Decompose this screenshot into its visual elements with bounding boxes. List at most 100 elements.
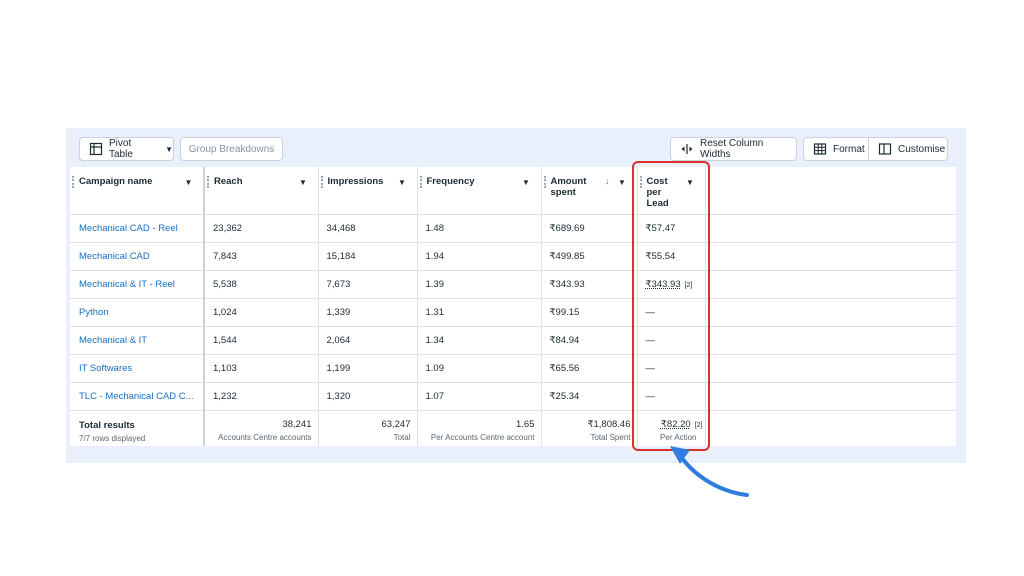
campaign-name-link[interactable]: Python bbox=[70, 298, 205, 327]
empty-cell bbox=[705, 270, 956, 299]
table-row: Mechanical CAD - Reel 23,362 34,468 1.48 ₹68… bbox=[70, 214, 956, 243]
empty-cell bbox=[705, 214, 956, 243]
amount-spent-cell: ₹99.15 bbox=[541, 298, 638, 327]
footnote-marker[interactable]: [2] bbox=[695, 422, 703, 429]
table-row: Python 1,024 1,339 1.31 ₹99.15— bbox=[70, 298, 956, 327]
frequency-cell: 1.09 bbox=[417, 354, 542, 383]
column-header-cost-per-lead[interactable]: Cost per Lead ▼ bbox=[637, 167, 706, 215]
amount-spent-cell: ₹65.56 bbox=[541, 354, 638, 383]
totals-frequency: 1.65 Per Accounts Centre account bbox=[417, 410, 542, 446]
frequency-cell: 1.94 bbox=[417, 242, 542, 271]
table-row: Mechanical & IT - Reel 5,538 7,673 1.39 ₹343… bbox=[70, 270, 956, 299]
impressions-cell: 2,064 bbox=[318, 326, 418, 355]
amount-spent-cell: ₹343.93 bbox=[541, 270, 638, 299]
caret-down-icon[interactable]: ▼ bbox=[182, 176, 195, 189]
amount-spent-cell: ₹25.34 bbox=[541, 382, 638, 411]
column-header-label: Frequency bbox=[426, 176, 475, 187]
cost-per-lead-cell: — bbox=[637, 354, 706, 383]
reset-column-widths-label: Reset Column Widths bbox=[700, 138, 764, 160]
format-button[interactable]: Format bbox=[803, 137, 869, 161]
campaign-name-link[interactable]: Mechanical & IT - Reel bbox=[70, 270, 205, 299]
totals-reach-value: 38,241 bbox=[282, 418, 312, 430]
cost-per-lead-value[interactable]: ₹343.93 bbox=[646, 279, 681, 290]
column-header-label: Impressions bbox=[327, 176, 384, 187]
column-header-label: Cost per Lead bbox=[646, 176, 669, 209]
frequency-cell: 1.39 bbox=[417, 270, 542, 299]
pointer-arrow-icon bbox=[670, 446, 749, 497]
amount-spent-cell: ₹689.69 bbox=[541, 214, 638, 243]
totals-impressions-sub: Total bbox=[393, 432, 411, 442]
column-grip-icon[interactable] bbox=[419, 176, 424, 188]
totals-cpl-value[interactable]: ₹82.20 bbox=[661, 419, 691, 430]
column-header-impressions[interactable]: Impressions ▼ bbox=[318, 167, 418, 215]
reach-cell: 1,232 bbox=[204, 382, 319, 411]
column-header-label: Reach bbox=[214, 176, 243, 187]
caret-down-icon[interactable]: ▼ bbox=[297, 176, 310, 189]
reach-cell: 23,362 bbox=[204, 214, 319, 243]
column-header-amount-spent[interactable]: Amount spent ↓ ▼ bbox=[541, 167, 638, 215]
customise-button[interactable]: Customise bbox=[868, 137, 948, 161]
table-header-row: Campaign name ▼ Reach ▼ Impressions ▼ Frequ… bbox=[70, 167, 956, 215]
cost-per-lead-cell: ₹343.93 [2] bbox=[637, 270, 706, 299]
totals-frequency-sub: Per Accounts Centre account bbox=[430, 432, 535, 442]
cost-per-lead-cell: — bbox=[637, 382, 706, 411]
column-width-icon bbox=[680, 142, 694, 156]
caret-down-icon[interactable]: ▼ bbox=[684, 176, 697, 189]
group-breakdowns-button[interactable]: Group Breakdowns bbox=[180, 137, 283, 161]
column-grip-icon[interactable] bbox=[639, 176, 644, 188]
totals-amount-sub: Total Spent bbox=[590, 432, 631, 442]
caret-down-icon[interactable]: ▼ bbox=[520, 176, 533, 189]
totals-reach: 38,241 Accounts Centre accounts bbox=[204, 410, 319, 446]
caret-down-icon[interactable]: ▼ bbox=[616, 176, 629, 189]
column-grip-icon[interactable] bbox=[543, 176, 548, 188]
column-header-empty bbox=[705, 167, 956, 215]
campaign-name-link[interactable]: IT Softwares bbox=[70, 354, 205, 383]
column-header-reach[interactable]: Reach ▼ bbox=[204, 167, 319, 215]
reset-column-widths-button[interactable]: Reset Column Widths bbox=[670, 137, 797, 161]
caret-down-icon[interactable]: ▼ bbox=[396, 176, 409, 189]
table-row: Mechanical & IT 1,544 2,064 1.34 ₹84.94— bbox=[70, 326, 956, 355]
empty-cell bbox=[705, 354, 956, 383]
impressions-cell: 7,673 bbox=[318, 270, 418, 299]
pivot-table-icon bbox=[89, 142, 103, 156]
cost-per-lead-cell: ₹55.54 bbox=[637, 242, 706, 271]
column-header-campaign-name[interactable]: Campaign name ▼ bbox=[70, 167, 205, 215]
totals-row: Total results 7/7 rows displayed 38,241 … bbox=[70, 410, 956, 446]
column-grip-icon[interactable] bbox=[207, 176, 211, 188]
impressions-cell: 1,339 bbox=[318, 298, 418, 327]
impressions-cell: 1,320 bbox=[318, 382, 418, 411]
pivot-table-label: Pivot Table bbox=[109, 138, 133, 160]
sort-down-icon[interactable]: ↓ bbox=[605, 176, 610, 198]
rows-displayed: 7/7 rows displayed bbox=[79, 433, 146, 443]
reach-cell: 5,538 bbox=[204, 270, 319, 299]
column-grip-icon[interactable] bbox=[72, 176, 76, 188]
column-header-label: Amount spent bbox=[550, 176, 587, 198]
table-row: Mechanical CAD 7,843 15,184 1.94 ₹499.85 ₹55.… bbox=[70, 242, 956, 271]
reach-cell: 1,103 bbox=[204, 354, 319, 383]
campaign-name-link[interactable]: Mechanical CAD - Reel bbox=[70, 214, 205, 243]
totals-frequency-value: 1.65 bbox=[516, 418, 535, 430]
results-table: Campaign name ▼ Reach ▼ Impressions ▼ Frequ… bbox=[70, 167, 956, 446]
totals-amount: ₹1,808.46 Total Spent bbox=[541, 410, 638, 446]
table-row: IT Softwares 1,103 1,199 1.09 ₹65.56— bbox=[70, 354, 956, 383]
format-label: Format bbox=[833, 143, 865, 155]
column-header-frequency[interactable]: Frequency ▼ bbox=[417, 167, 542, 215]
amount-spent-cell: ₹499.85 bbox=[541, 242, 638, 271]
columns-panel-icon bbox=[878, 142, 892, 156]
frequency-cell: 1.31 bbox=[417, 298, 542, 327]
impressions-cell: 1,199 bbox=[318, 354, 418, 383]
table-body: Mechanical CAD - Reel 23,362 34,468 1.48 ₹68… bbox=[70, 214, 956, 411]
campaign-name-link[interactable]: Mechanical & IT bbox=[70, 326, 205, 355]
campaign-name-link[interactable]: TLC - Mechanical CAD C... bbox=[70, 382, 205, 411]
empty-cell bbox=[705, 242, 956, 271]
caret-down-icon: ▼ bbox=[165, 144, 173, 154]
cost-per-lead-cell: — bbox=[637, 298, 706, 327]
column-grip-icon[interactable] bbox=[320, 176, 325, 188]
reach-cell: 7,843 bbox=[204, 242, 319, 271]
frequency-cell: 1.07 bbox=[417, 382, 542, 411]
campaign-name-link[interactable]: Mechanical CAD bbox=[70, 242, 205, 271]
footnote-marker[interactable]: [2] bbox=[685, 282, 693, 289]
pivot-table-button[interactable]: Pivot Table ▼ bbox=[79, 137, 174, 161]
group-breakdowns-label: Group Breakdowns bbox=[188, 143, 275, 155]
grid-format-icon bbox=[813, 142, 827, 156]
